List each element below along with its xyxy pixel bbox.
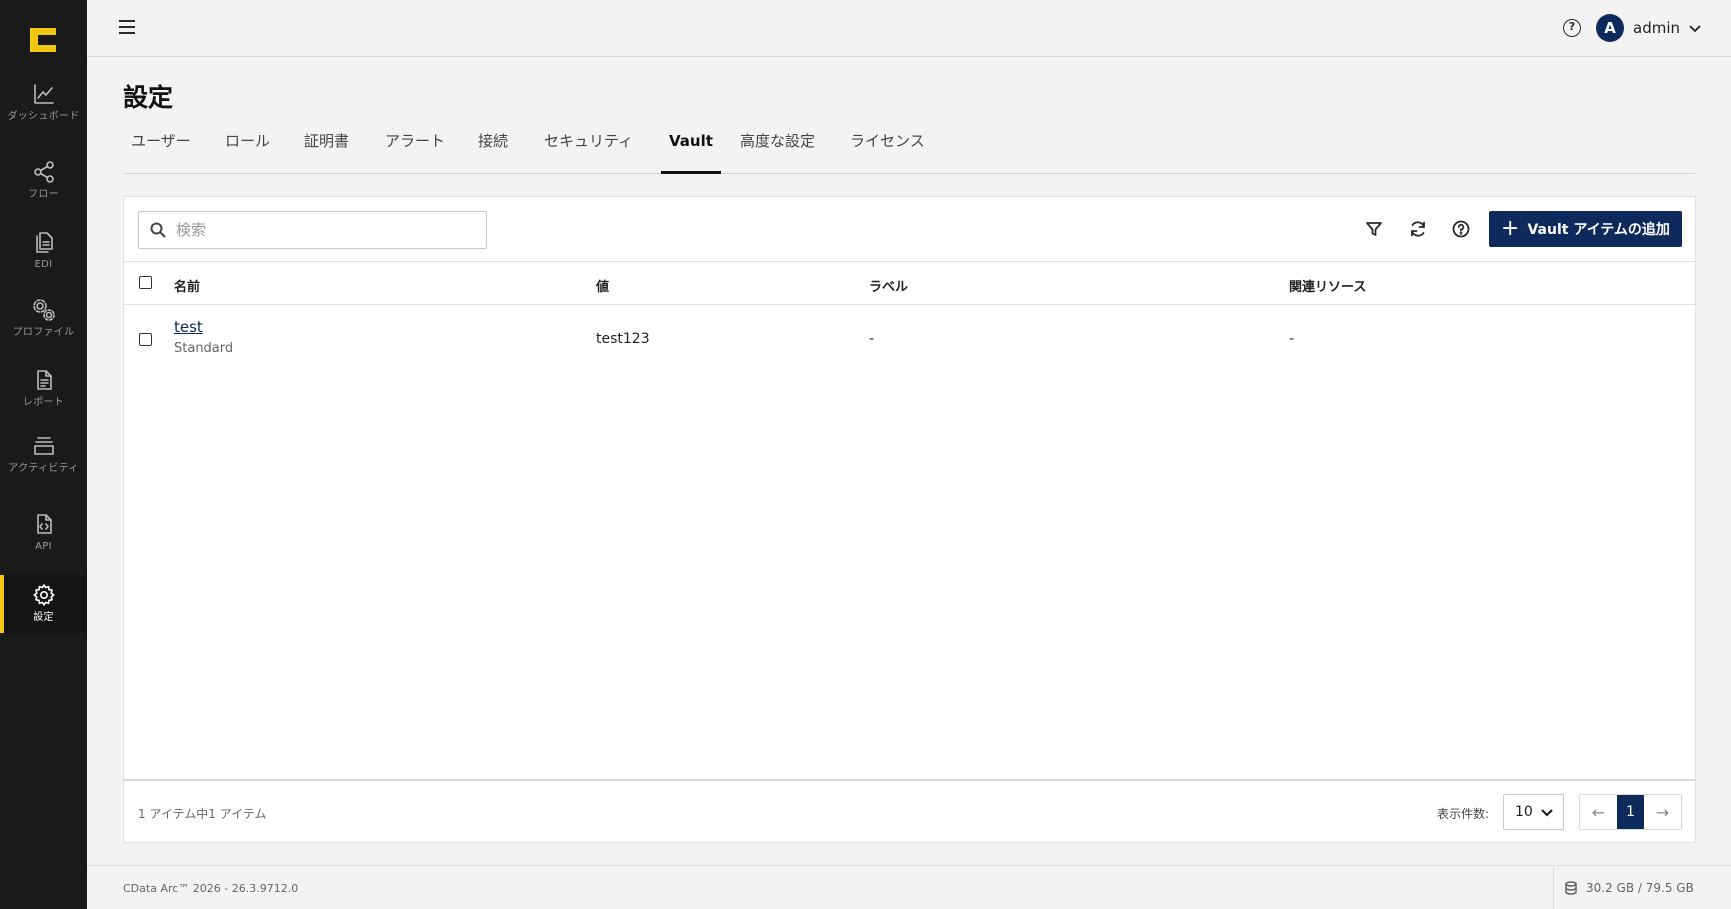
- pagination: ← 1 →: [1579, 794, 1682, 830]
- table-footer: 1 アイテム中1 アイテム 表示件数: 10 ← 1 →: [124, 779, 1695, 843]
- top-bar: ? A admin: [87, 0, 1731, 57]
- user-menu[interactable]: A admin: [1596, 14, 1701, 42]
- per-page-value: 10: [1515, 804, 1533, 820]
- sidebar-item-label: EDI: [34, 259, 53, 270]
- status-bar: CData Arc™ 2026 - 26.3.9712.0 30.2 GB / …: [87, 865, 1731, 909]
- gear-icon: [32, 584, 55, 606]
- plus-icon: +: [1501, 216, 1520, 241]
- username: admin: [1633, 19, 1680, 37]
- sidebar-item-reports[interactable]: レポート: [0, 368, 87, 418]
- share-nodes-icon: [33, 161, 54, 183]
- version-text: CData Arc™ 2026 - 26.3.9712.0: [123, 882, 299, 895]
- next-page-icon[interactable]: →: [1644, 795, 1681, 829]
- sidebar-item-dashboard[interactable]: ダッシュボード: [0, 82, 87, 138]
- vault-item-name-link[interactable]: test: [174, 318, 233, 336]
- search-box: [138, 211, 487, 249]
- per-page-label: 表示件数:: [1436, 807, 1489, 821]
- page-title: 設定: [123, 83, 174, 112]
- column-header-label[interactable]: ラベル: [869, 276, 908, 295]
- chevron-down-icon: [1689, 25, 1701, 33]
- per-page-select[interactable]: 10: [1503, 794, 1564, 830]
- table-header: 名前 値 ラベル 関連リソース: [124, 261, 1695, 305]
- add-vault-item-button[interactable]: + Vault アイテムの追加: [1489, 211, 1682, 247]
- select-all-checkbox[interactable]: [139, 276, 152, 289]
- gears-icon: [32, 299, 55, 321]
- sidebar-item-profile[interactable]: プロファイル: [0, 298, 87, 348]
- column-header-related-resources[interactable]: 関連リソース: [1289, 276, 1366, 295]
- report-document-icon: [36, 370, 52, 390]
- column-header-name[interactable]: 名前: [174, 276, 200, 295]
- storage-text: 30.2 GB / 79.5 GB: [1586, 881, 1694, 895]
- page-number-button[interactable]: 1: [1617, 795, 1644, 829]
- tab-certificates[interactable]: 証明書: [296, 130, 357, 174]
- row-checkbox[interactable]: [139, 333, 152, 346]
- sidebar-item-api[interactable]: API: [0, 512, 87, 562]
- add-vault-item-label: Vault アイテムの追加: [1527, 222, 1670, 238]
- vault-item-value: test123: [596, 331, 650, 347]
- tab-license[interactable]: ライセンス: [842, 130, 933, 174]
- tab-security[interactable]: セキュリティ: [536, 130, 641, 174]
- code-file-icon: [36, 514, 52, 534]
- prev-page-icon[interactable]: ←: [1580, 795, 1617, 829]
- hamburger-menu-icon[interactable]: [119, 20, 135, 34]
- database-icon: [1565, 881, 1577, 895]
- sidebar-item-activity[interactable]: アクティビティ: [0, 434, 87, 492]
- help-icon[interactable]: ?: [1563, 19, 1581, 37]
- tab-vault[interactable]: Vault: [661, 130, 721, 174]
- vault-card: + Vault アイテムの追加 名前 値 ラベル 関連リソース test Sta…: [123, 196, 1696, 843]
- search-icon: [150, 222, 166, 238]
- search-input[interactable]: [176, 212, 476, 248]
- sidebar-item-settings[interactable]: 設定: [0, 575, 87, 633]
- sidebar-item-label: ダッシュボード: [7, 111, 80, 122]
- sidebar-item-label: API: [35, 541, 52, 552]
- sidebar-item-flow[interactable]: フロー: [0, 160, 87, 210]
- sidebar: ダッシュボード フロー EDI プロファイル レポート アクティビティ API …: [0, 0, 87, 909]
- vault-item-type: Standard: [174, 341, 234, 356]
- sidebar-item-label: 設定: [33, 612, 54, 623]
- table-row: test Standard test123 - -: [124, 305, 1695, 379]
- layers-icon: [33, 437, 54, 455]
- sidebar-item-edi[interactable]: EDI: [0, 230, 87, 280]
- sidebar-item-label: フロー: [28, 189, 59, 200]
- chevron-down-icon: [1541, 809, 1553, 817]
- tab-roles[interactable]: ロール: [217, 130, 278, 174]
- tab-users[interactable]: ユーザー: [123, 130, 199, 174]
- column-header-value[interactable]: 値: [596, 276, 609, 295]
- help-icon[interactable]: [1451, 219, 1471, 239]
- settings-tabs: ユーザー ロール 証明書 アラート 接続 セキュリティ Vault 高度な設定 …: [123, 130, 1695, 174]
- storage-usage: 30.2 GB / 79.5 GB: [1553, 866, 1731, 909]
- sidebar-item-label: プロファイル: [12, 327, 75, 338]
- tab-alerts[interactable]: アラート: [377, 130, 453, 174]
- avatar: A: [1596, 14, 1624, 42]
- chart-line-icon: [33, 84, 54, 104]
- cdata-logo[interactable]: [30, 28, 56, 52]
- tab-connections[interactable]: 接続: [470, 130, 516, 174]
- documents-icon: [35, 232, 53, 253]
- sidebar-item-label: アクティビティ: [8, 463, 79, 474]
- vault-item-related-resources: -: [1289, 331, 1295, 347]
- vault-item-label: -: [869, 331, 875, 347]
- tab-advanced[interactable]: 高度な設定: [732, 130, 823, 174]
- refresh-icon[interactable]: [1408, 219, 1428, 239]
- filter-icon[interactable]: [1364, 219, 1384, 239]
- sidebar-item-label: レポート: [22, 397, 65, 408]
- item-count: 1 アイテム中1 アイテム: [138, 807, 267, 821]
